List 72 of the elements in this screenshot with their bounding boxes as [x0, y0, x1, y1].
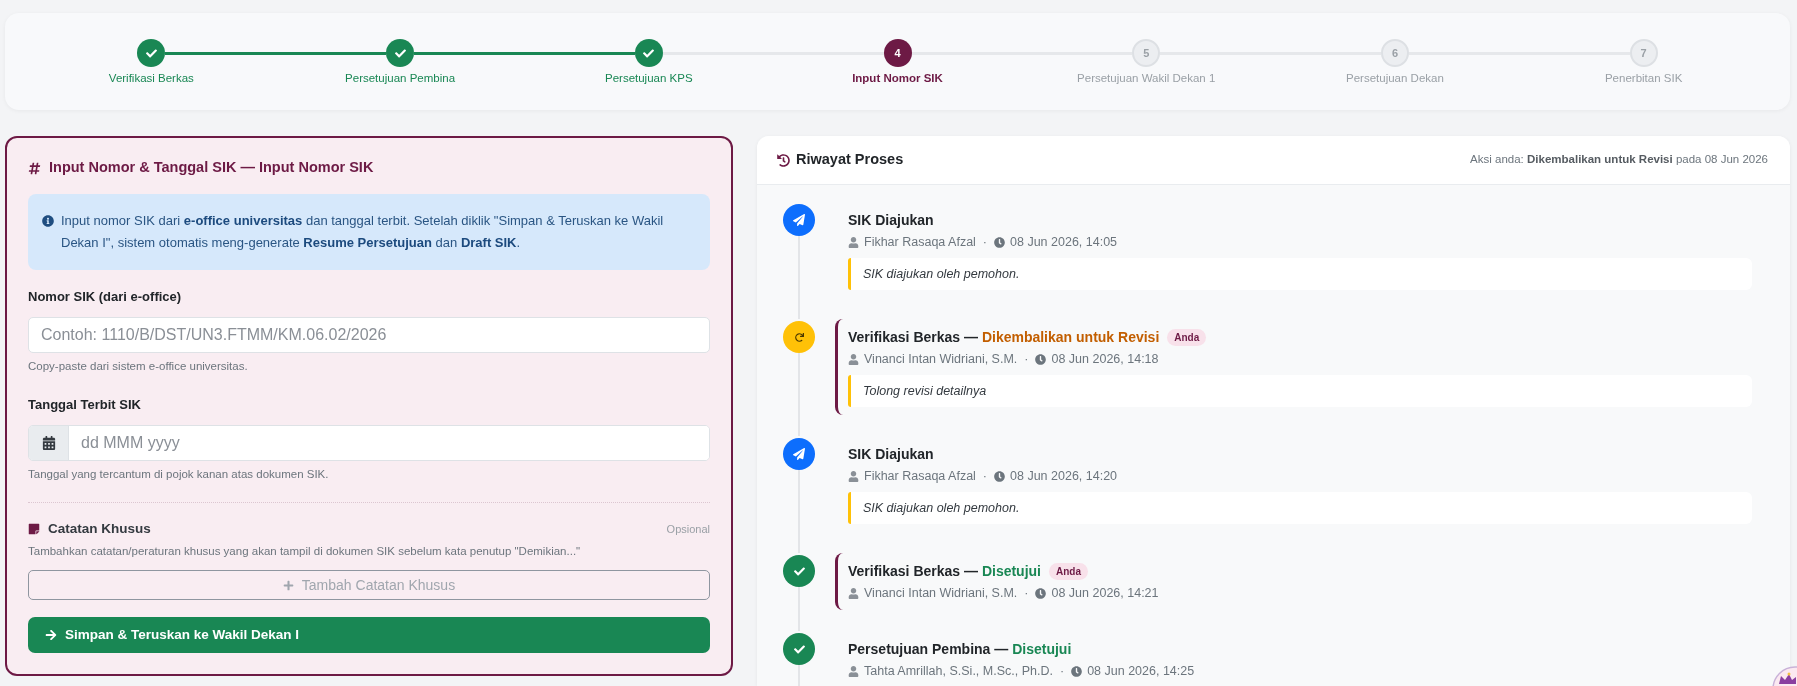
clock-icon [994, 470, 1006, 482]
step-label: Penerbitan SIK [1604, 71, 1683, 86]
actor-name: Vinanci Intan Widriani, S.M. [864, 350, 1018, 368]
step-number: 7 [1629, 39, 1658, 67]
comment-note: SIK diajukan oleh pemohon. [848, 492, 1752, 524]
meta-separator: · [982, 233, 988, 251]
meta-separator: · [1059, 662, 1065, 680]
panel-title: Input Nomor & Tanggal SIK — Input Nomor SIK [49, 158, 374, 178]
user-icon [848, 470, 859, 482]
plus-icon [282, 579, 294, 591]
meta-separator: · [982, 467, 988, 485]
actor-name: Tahta Amrillah, S.Si., M.Sc., Ph.D. [864, 662, 1053, 680]
entry-time: 08 Jun 2026, 14:21 [1051, 584, 1159, 602]
entry-time: 08 Jun 2026, 14:25 [1087, 662, 1195, 680]
date-field[interactable]: dd MMM yyyy [28, 425, 710, 461]
entry-title: SIK Diajukan [848, 210, 934, 230]
entry-time: 08 Jun 2026, 14:20 [1010, 467, 1118, 485]
meta-separator: · [1024, 350, 1029, 368]
history-icon [777, 153, 790, 167]
clock-icon [1035, 353, 1047, 365]
field-label: Nomor SIK (dari e-office) [28, 288, 182, 307]
step-label: Persetujuan Dekan [1346, 71, 1444, 86]
help-text: Copy-paste dari sistem e-office universitas. [28, 359, 248, 375]
arrow-right-icon [45, 629, 57, 641]
step-number: 4 [883, 39, 912, 67]
step-label: Persetujuan KPS [605, 71, 693, 86]
panel-title: Riwayat Proses [796, 150, 904, 170]
help-text: Tambahkan catatan/peraturan khusus yang akan tampil di dokumen SIK sebelum kata penutup "Demikian..." [28, 544, 581, 560]
clock-icon [1071, 665, 1083, 677]
comment-note: SIK diajukan oleh pemohon. [848, 258, 1752, 290]
help-text: Tanggal yang tercantum di pojok kanan atas dokumen SIK. [28, 467, 329, 483]
step-label: Persetujuan Pembina [345, 71, 456, 86]
sticky-note-icon [28, 523, 40, 535]
entry-title: Persetujuan Pembina — Disetujui [848, 639, 1072, 659]
info-text: Input nomor SIK dari e-office universitas dan tanggal terbit. Setelah diklik "Simpan & Teruskan ke Wakil Dekan I", sistem otomatis meng-generate Resume Persetujuan dan Draft SIK. [61, 212, 665, 252]
user-icon [848, 587, 859, 599]
entry-time: 08 Jun 2026, 14:05 [1010, 233, 1118, 251]
step-label: Verifikasi Berkas [108, 71, 194, 86]
input-field[interactable]: Contoh: 1110/B/DST/UN3.FTMM/KM.06.02/2026 [28, 317, 710, 353]
submit-button[interactable]: Simpan & Teruskan ke Wakil Dekan I [28, 617, 710, 653]
clock-icon [994, 236, 1006, 248]
actor-name: Vinanci Intan Widriani, S.M. [864, 584, 1018, 602]
entry-time: 08 Jun 2026, 14:18 [1051, 350, 1159, 368]
paper-plane-icon [783, 204, 815, 236]
entry-title: Verifikasi Berkas — Dikembalikan untuk Revisi [848, 327, 1160, 347]
clock-icon [1035, 587, 1047, 599]
action-summary: Aksi anda: Dikembalikan untuk Revisi pada 08 Jun 2026 [1470, 152, 1768, 168]
step-number: 6 [1380, 39, 1409, 67]
actor-name: Fikhar Rasaqa Afzal [864, 233, 976, 251]
step-label: Input Nomor SIK [852, 71, 943, 86]
check-icon [783, 633, 815, 665]
field-label: Tanggal Terbit SIK [28, 396, 141, 415]
check-icon [783, 555, 815, 587]
meta-separator: · [1024, 584, 1029, 602]
user-icon [848, 236, 859, 248]
comment-note: Tolong revisi detailnya [848, 375, 1752, 407]
hashtag-icon [28, 161, 41, 175]
user-icon [848, 665, 859, 677]
actor-tag: Anda [1049, 562, 1088, 580]
step-label: Persetujuan Wakil Dekan 1 [1077, 71, 1216, 86]
actor-name: Fikhar Rasaqa Afzal [864, 467, 976, 485]
step-number: 5 [1132, 39, 1161, 67]
paper-plane-icon [783, 438, 815, 470]
entry-title: SIK Diajukan [848, 444, 934, 464]
calendar-icon [29, 426, 69, 460]
entry-title: Verifikasi Berkas — Disetujui [848, 561, 1041, 581]
user-icon [848, 353, 859, 365]
floating-avatar-icon[interactable] [1770, 666, 1797, 686]
actor-tag: Anda [1167, 328, 1207, 346]
optional-label: Opsional [666, 521, 710, 537]
section-title: Catatan Khusus [48, 519, 151, 538]
info-icon [42, 215, 54, 227]
